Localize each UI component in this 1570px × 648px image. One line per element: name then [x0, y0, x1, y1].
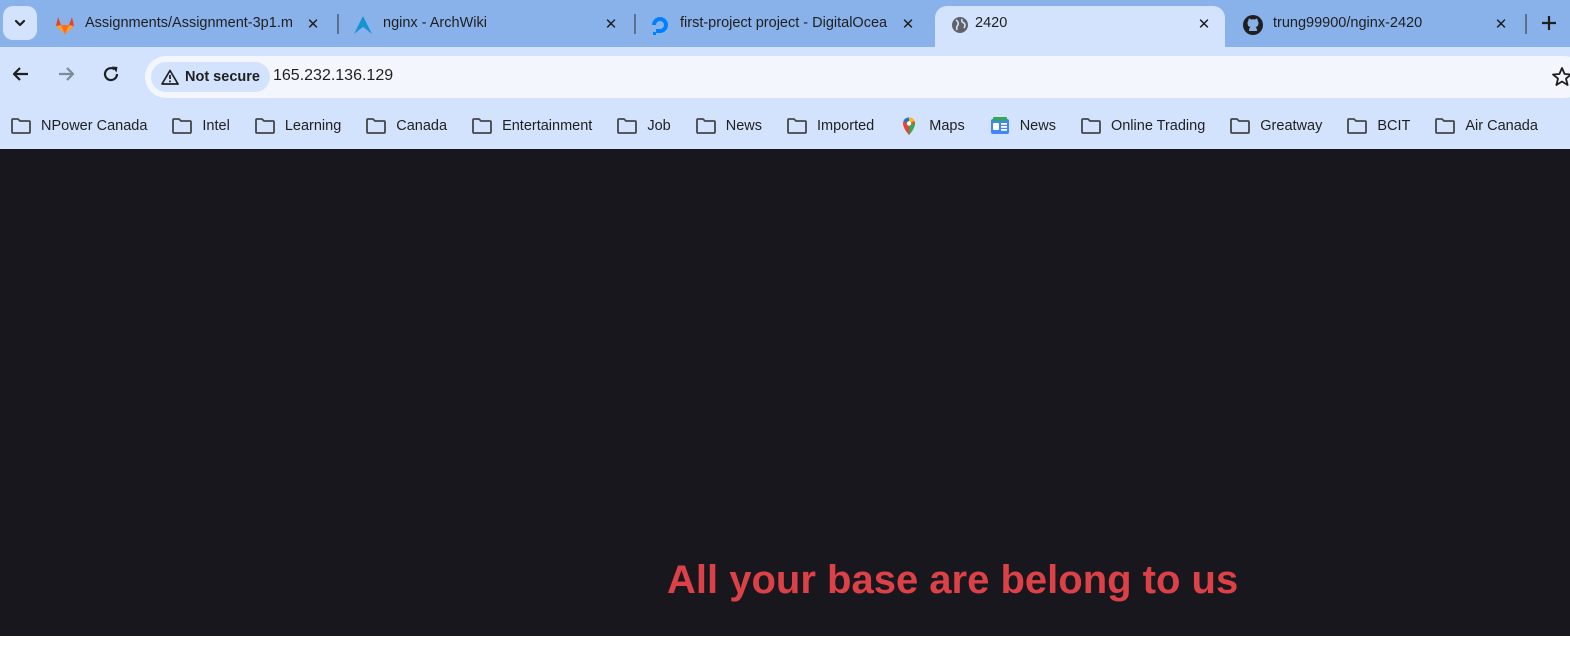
page-headline: All your base are belong to us	[667, 558, 1239, 602]
globe-icon	[949, 14, 971, 36]
folder-icon	[171, 116, 193, 136]
tab-title: first-project project - DigitalOcean	[680, 15, 888, 31]
bookmark-greatway[interactable]: Greatway	[1229, 116, 1322, 136]
warning-icon	[161, 69, 179, 85]
tab-github[interactable]: trung99900/nginx-2420 ✕	[1228, 6, 1524, 47]
back-button[interactable]	[8, 61, 34, 87]
folder-icon	[695, 116, 717, 136]
reload-button[interactable]	[98, 61, 124, 87]
bookmark-npower-canada[interactable]: NPower Canada	[10, 116, 147, 136]
bookmark-label: News	[1019, 117, 1056, 134]
bookmark-job[interactable]: Job	[616, 116, 671, 136]
bookmark-label: Learning	[284, 117, 342, 134]
bookmark-label: Greatway	[1260, 117, 1323, 134]
bookmark-label: Canada	[396, 117, 448, 134]
bookmark-air-canada[interactable]: Air Canada	[1434, 116, 1538, 136]
tab-digitalocean[interactable]: first-project project - DigitalOcean ✕	[635, 6, 931, 47]
bookmark-label: Job	[647, 117, 671, 134]
close-icon[interactable]: ✕	[1490, 13, 1512, 35]
github-icon	[1242, 14, 1264, 36]
folder-icon	[254, 116, 276, 136]
digitalocean-icon	[649, 14, 671, 36]
page-content: All your base are belong to us	[0, 149, 1570, 636]
plus-icon	[1542, 16, 1556, 30]
bookmark-bcit[interactable]: BCIT	[1346, 116, 1410, 136]
folder-icon	[1346, 116, 1368, 136]
bookmark-entertainment[interactable]: Entertainment	[471, 116, 592, 136]
bookmark-news[interactable]: News	[989, 116, 1056, 136]
address-bar[interactable]: Not secure 165.232.136.129	[145, 56, 1570, 98]
tab-search-button[interactable]	[3, 6, 37, 40]
arrow-left-icon	[12, 67, 28, 81]
bookmark-learning[interactable]: Learning	[254, 116, 341, 136]
folder-icon	[1434, 116, 1456, 136]
tab-strip: Assignments/Assignment-3p1.md ✕ nginx - …	[0, 0, 1570, 47]
close-icon[interactable]: ✕	[302, 13, 324, 35]
folder-icon	[10, 116, 32, 136]
bookmarks-bar: NPower Canada Intel Learning Canada Entertai…	[0, 102, 1570, 149]
forward-button[interactable]	[53, 61, 79, 87]
bookmark-label: Air Canada	[1465, 117, 1538, 134]
tab-2420[interactable]: 2420 ✕	[935, 6, 1225, 47]
tab-archwiki[interactable]: nginx - ArchWiki ✕	[338, 6, 634, 47]
site-info-button[interactable]: Not secure	[151, 62, 270, 92]
bookmark-star-icon[interactable]	[1550, 65, 1570, 89]
google-news-icon	[989, 116, 1011, 136]
bookmark-label: NPower Canada	[41, 117, 148, 134]
bookmark-maps[interactable]: Maps	[898, 116, 965, 136]
browser-toolbar: Not secure 165.232.136.129	[0, 47, 1570, 102]
bookmark-label: Maps	[929, 117, 965, 134]
bookmark-label: Imported	[817, 117, 875, 134]
bookmark-intel[interactable]: Intel	[171, 116, 230, 136]
close-icon[interactable]: ✕	[600, 13, 622, 35]
tab-separator	[1525, 14, 1527, 34]
url-text[interactable]: 165.232.136.129	[273, 67, 393, 85]
bookmark-label: Online Trading	[1110, 117, 1206, 134]
bookmark-label: Entertainment	[502, 117, 593, 134]
tab-title: nginx - ArchWiki	[383, 15, 487, 31]
bookmark-online-trading[interactable]: Online Trading	[1080, 116, 1205, 136]
reload-icon	[103, 66, 119, 82]
chevron-down-icon	[14, 19, 26, 27]
folder-icon	[1229, 116, 1251, 136]
folder-icon	[1080, 116, 1102, 136]
gitlab-icon	[54, 14, 76, 36]
bookmark-label: News	[725, 117, 762, 134]
tab-title: 2420	[975, 15, 1008, 31]
bookmark-label: BCIT	[1377, 117, 1411, 134]
folder-icon	[616, 116, 638, 136]
arrow-right-icon	[59, 67, 75, 81]
tab-title: Assignments/Assignment-3p1.md	[85, 15, 293, 31]
bookmark-canada[interactable]: Canada	[365, 116, 447, 136]
new-tab-button[interactable]	[1536, 10, 1562, 36]
bookmark-label: Intel	[202, 117, 230, 134]
folder-icon	[786, 116, 808, 136]
folder-icon	[365, 116, 387, 136]
bookmark-imported[interactable]: Imported	[786, 116, 874, 136]
close-icon[interactable]: ✕	[897, 13, 919, 35]
close-icon[interactable]: ✕	[1193, 13, 1215, 35]
tab-title: trung99900/nginx-2420	[1273, 15, 1423, 31]
tab-gitlab[interactable]: Assignments/Assignment-3p1.md ✕	[40, 6, 336, 47]
folder-icon	[471, 116, 493, 136]
bookmark-news[interactable]: News	[695, 116, 762, 136]
security-label: Not secure	[185, 69, 260, 85]
maps-pin-icon	[898, 116, 920, 136]
archlinux-icon	[352, 14, 374, 36]
